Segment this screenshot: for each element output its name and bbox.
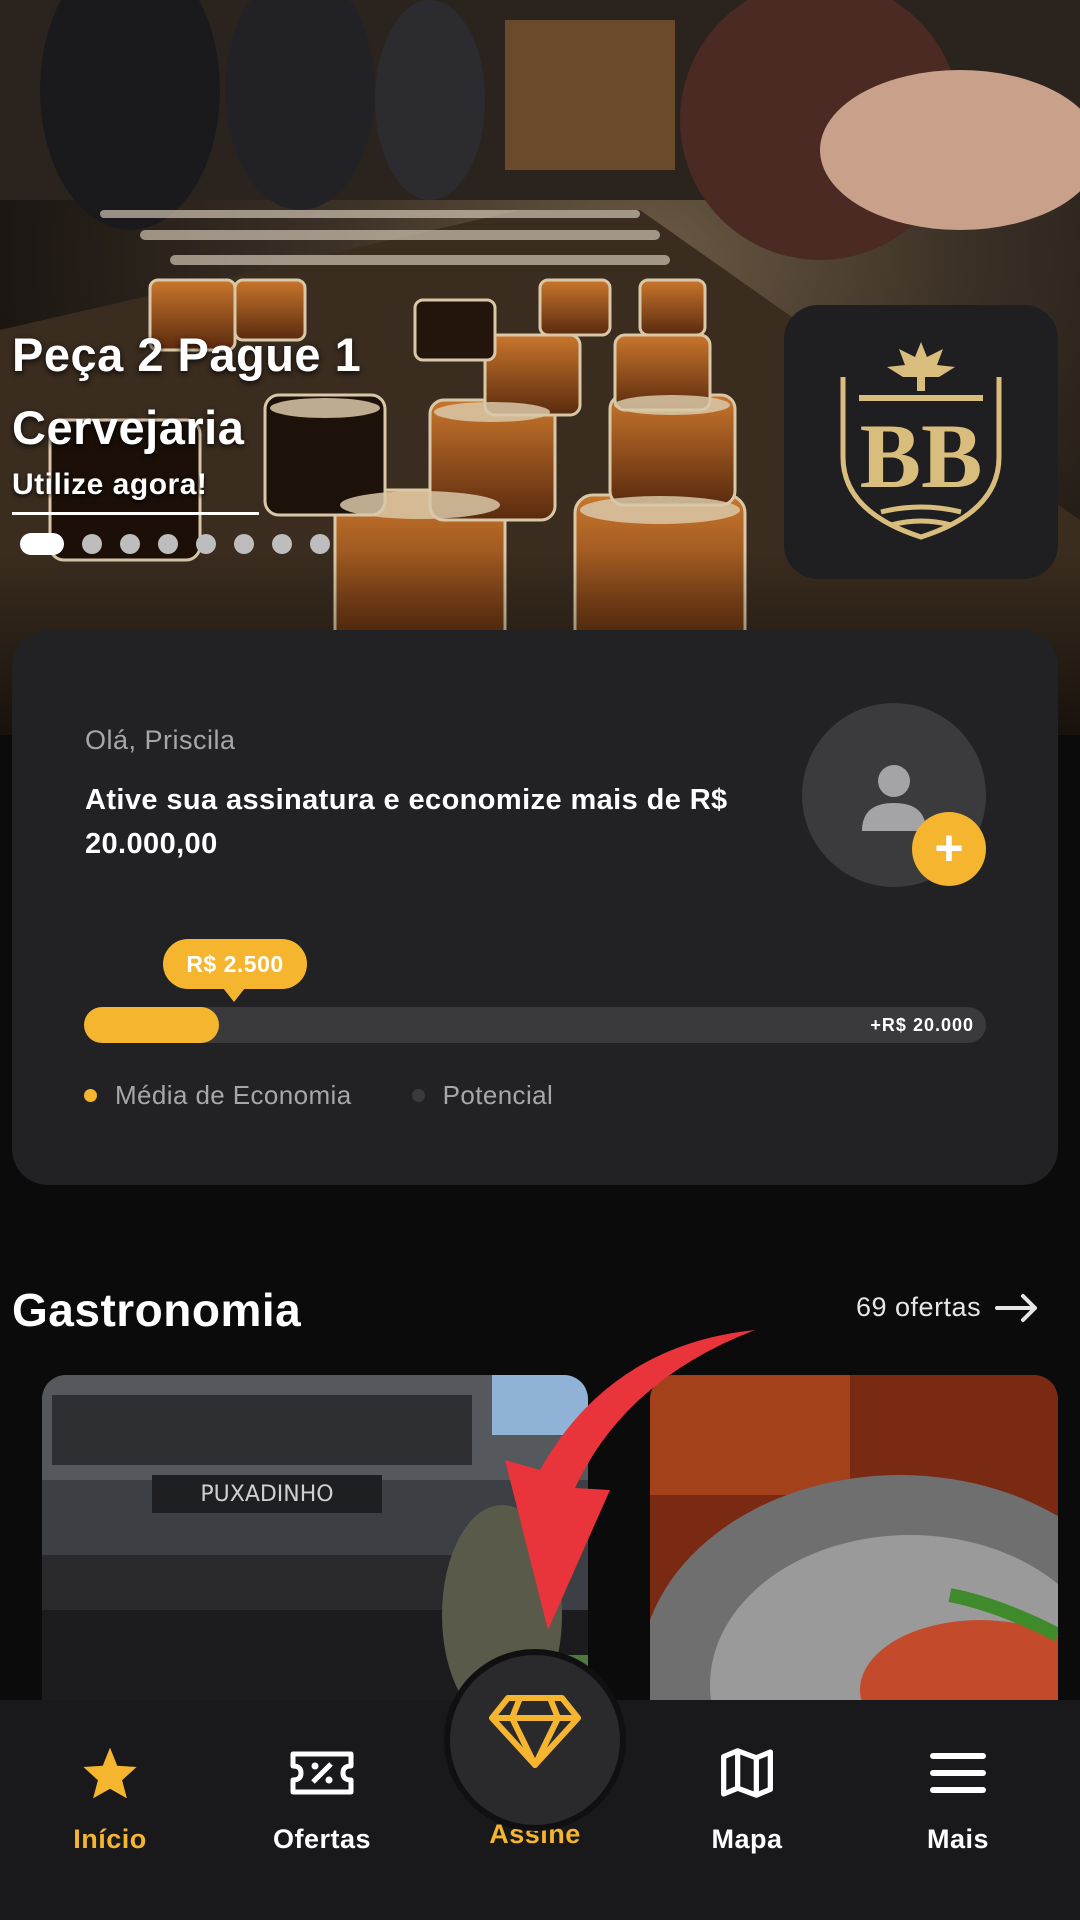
- plus-icon: +: [934, 820, 964, 876]
- partner-logo[interactable]: BB: [784, 305, 1058, 579]
- brewery-crest-logo: BB: [840, 342, 1002, 540]
- map-icon: [721, 1748, 773, 1798]
- food-photo: [650, 1375, 1058, 1710]
- menu-icon: [930, 1753, 986, 1793]
- svg-text:PUXADINHO: PUXADINHO: [200, 1482, 333, 1507]
- nav-label: Início: [73, 1824, 147, 1854]
- hero-title: Peça 2 Pague 1 Cervejaria: [12, 318, 361, 464]
- subscription-card[interactable]: Olá, Priscila Ative sua assinatura e eco…: [12, 630, 1058, 1185]
- add-photo-button[interactable]: +: [912, 812, 986, 886]
- nav-label: Mais: [926, 1824, 990, 1854]
- progress-tooltip: R$ 2.500: [163, 939, 307, 1002]
- legend-item-potencial: Potencial: [411, 1080, 554, 1111]
- progress-max-label: +R$ 20.000: [870, 1015, 974, 1035]
- savings-progress-fill: [84, 1007, 220, 1043]
- subscription-headline: Ative sua assinatura e economize mais de…: [85, 784, 728, 860]
- svg-text:BB: BB: [860, 405, 983, 507]
- legend-item-media: Média de Economia: [84, 1080, 352, 1111]
- ticket-icon: [290, 1751, 354, 1795]
- carousel-dot[interactable]: [272, 534, 292, 554]
- section-offers-count: 69 ofertas: [856, 1292, 982, 1322]
- hero-title-line2: Cervejaria: [12, 401, 245, 454]
- hero-cta-link[interactable]: Utilize agora!: [12, 468, 259, 515]
- carousel-dots[interactable]: [20, 533, 330, 555]
- offer-card-image[interactable]: [650, 1375, 1058, 1710]
- nav-label: Mapa: [711, 1824, 783, 1854]
- section-offers-link[interactable]: 69 ofertas: [856, 1292, 1039, 1323]
- star-icon: [83, 1747, 137, 1799]
- subscribe-center-button[interactable]: [450, 1655, 620, 1825]
- greeting-text: Olá, Priscila: [85, 725, 236, 755]
- carousel-dot[interactable]: [310, 534, 330, 554]
- diamond-icon: [489, 1695, 581, 1768]
- arrow-right-icon: [995, 1293, 1038, 1322]
- carousel-dot[interactable]: [120, 534, 140, 554]
- nav-label: Ofertas: [272, 1824, 372, 1854]
- nav-item-inicio[interactable]: Início: [10, 1745, 210, 1855]
- carousel-dot[interactable]: [196, 534, 216, 554]
- legend-dot: [84, 1089, 97, 1102]
- carousel-dot[interactable]: [234, 534, 254, 554]
- carousel-dot[interactable]: [82, 534, 102, 554]
- progress-legend: Média de Economia Potencial: [84, 1080, 613, 1111]
- carousel-dot[interactable]: [20, 533, 64, 555]
- hero-title-line1: Peça 2 Pague 1: [12, 328, 362, 381]
- hero-banner[interactable]: Peça 2 Pague 1 Cervejaria Utilize agora!…: [0, 0, 1080, 735]
- legend-label: Potencial: [442, 1080, 554, 1110]
- legend-label: Média de Economia: [115, 1080, 352, 1110]
- nav-item-mapa[interactable]: Mapa: [647, 1745, 847, 1855]
- nav-item-mais[interactable]: Mais: [858, 1745, 1058, 1855]
- nav-item-ofertas[interactable]: Ofertas: [222, 1745, 422, 1855]
- legend-dot: [411, 1089, 425, 1102]
- savings-progress-bar: +R$ 20.000: [84, 1007, 986, 1043]
- section-title: Gastronomia: [12, 1284, 302, 1336]
- carousel-dot[interactable]: [158, 534, 178, 554]
